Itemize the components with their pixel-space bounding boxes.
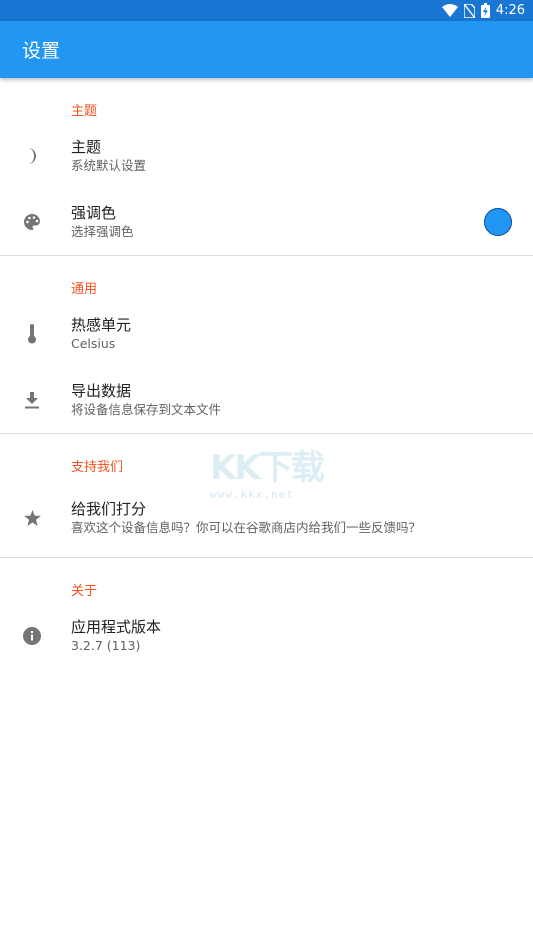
section-support: 支持我们 给我们打分 喜欢这个设备信息吗？你可以在谷歌商店内给我们一些反馈吗？ <box>0 434 533 558</box>
setting-title: 导出数据 <box>71 382 132 400</box>
download-icon <box>22 390 42 410</box>
no-sim-icon <box>463 3 475 18</box>
palette-icon <box>22 212 42 232</box>
thermometer-icon <box>22 324 42 344</box>
info-icon <box>22 626 42 646</box>
star-icon <box>22 508 42 528</box>
setting-item-rate-us[interactable]: 给我们打分 喜欢这个设备信息吗？你可以在谷歌商店内给我们一些反馈吗？ <box>0 479 533 557</box>
setting-subtitle: 喜欢这个设备信息吗？你可以在谷歌商店内给我们一些反馈吗？ <box>71 520 422 535</box>
setting-title: 强调色 <box>71 204 117 222</box>
settings-list: 主题 主题 系统默认设置 强调色 选择强调色 通用 热感单元 Celsius 导… <box>0 78 533 669</box>
battery-charging-icon <box>480 3 490 18</box>
clock-time: 4:26 <box>495 3 525 18</box>
setting-title: 主题 <box>71 138 102 156</box>
wifi-icon <box>441 4 458 17</box>
setting-title: 热感单元 <box>71 316 132 334</box>
section-theme: 主题 主题 系统默认设置 强调色 选择强调色 <box>0 78 533 256</box>
moon-icon <box>22 146 42 166</box>
setting-item-app-version[interactable]: 应用程式版本 3.2.7 (113) <box>0 603 533 669</box>
setting-subtitle: 选择强调色 <box>71 224 134 239</box>
setting-title: 应用程式版本 <box>71 618 162 636</box>
page-title: 设置 <box>22 40 61 62</box>
setting-item-export-data[interactable]: 导出数据 将设备信息保存到文本文件 <box>0 367 533 433</box>
section-general: 通用 热感单元 Celsius 导出数据 将设备信息保存到文本文件 <box>0 256 533 434</box>
setting-subtitle: Celsius <box>71 336 116 351</box>
setting-item-theme[interactable]: 主题 系统默认设置 <box>0 123 533 189</box>
section-about: 关于 应用程式版本 3.2.7 (113) <box>0 558 533 669</box>
setting-item-temperature-unit[interactable]: 热感单元 Celsius <box>0 301 533 367</box>
setting-title: 给我们打分 <box>71 500 147 518</box>
setting-subtitle: 系统默认设置 <box>71 158 147 173</box>
accent-color-swatch[interactable] <box>484 208 512 236</box>
setting-subtitle: 将设备信息保存到文本文件 <box>71 402 222 417</box>
setting-item-accent-color[interactable]: 强调色 选择强调色 <box>0 189 533 255</box>
setting-subtitle: 3.2.7 (113) <box>71 638 141 653</box>
app-bar: 设置 <box>0 21 533 78</box>
status-bar: 4:26 <box>0 0 533 21</box>
